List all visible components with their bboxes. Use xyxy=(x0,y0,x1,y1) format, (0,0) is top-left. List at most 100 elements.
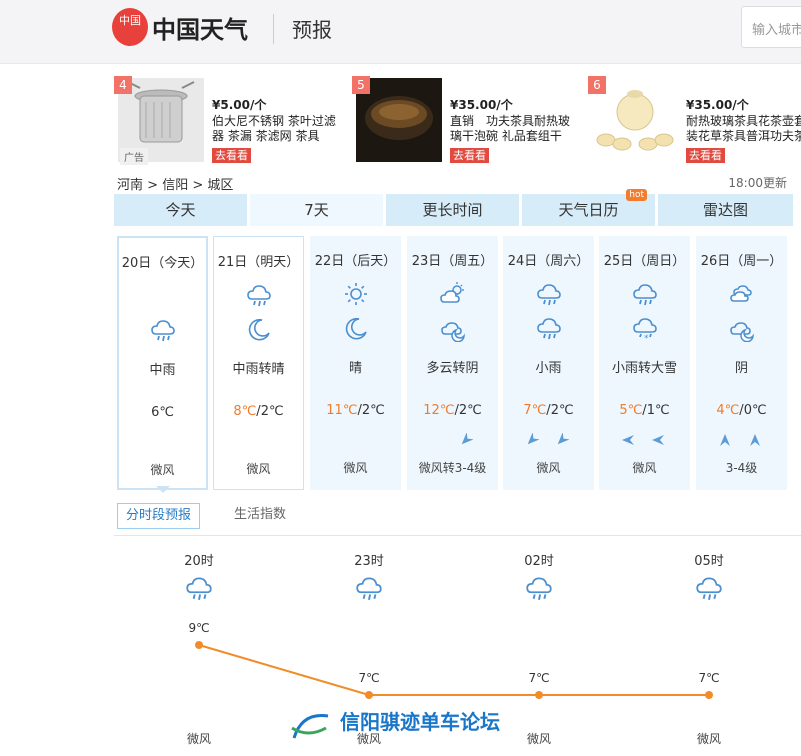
hour-weather-icon xyxy=(184,573,214,603)
wind-level: 微风 xyxy=(632,461,657,475)
wind-directions xyxy=(214,433,303,449)
weather-description: 阴 xyxy=(734,361,748,376)
day-date: 26日（周一） xyxy=(700,254,783,269)
temperature-range: 6℃ xyxy=(119,405,206,420)
ad-description[interactable]: 耐热玻璃茶具花茶壶套装花草茶具普洱功夫茶 xyxy=(686,114,801,144)
breadcrumb-district: 城区 xyxy=(207,178,234,193)
forecast-day-card[interactable]: 26日（周一） 阴 4℃/0℃ 3-4级 xyxy=(696,236,787,490)
ad-view-button[interactable]: 去看看 xyxy=(212,148,251,163)
wind-direction-icon xyxy=(527,433,539,445)
tab-hourly-forecast[interactable]: 分时段预报 xyxy=(117,503,201,529)
temp-low: 1℃ xyxy=(646,403,670,418)
tab-calendar[interactable]: 天气日历 hot xyxy=(522,189,655,226)
breadcrumb-province[interactable]: 河南 xyxy=(117,178,143,193)
hour-temp-label: 7℃ xyxy=(528,671,550,685)
day-date: 20日（今天） xyxy=(121,256,204,271)
hour-weather-icon xyxy=(524,573,554,603)
section-title[interactable]: 预报 xyxy=(292,14,332,43)
forum-logo-icon xyxy=(291,713,329,739)
weather-icon-wrapper xyxy=(439,280,467,308)
weather-icon-wrapper xyxy=(245,281,273,309)
update-time: 18:00更新 xyxy=(728,176,787,190)
forecast-day-card[interactable]: 22日（后天） 晴 11℃/2℃ 微风 xyxy=(310,236,401,490)
tab-longer[interactable]: 更长时间 xyxy=(386,194,519,226)
temp-low: 2℃ xyxy=(458,403,482,418)
wind-level: 3-4级 xyxy=(725,461,758,475)
forecast-day-card[interactable]: 24日（周六） 小雨 7℃/2℃ 微风 xyxy=(503,236,594,490)
tab-life-index[interactable]: 生活指数 xyxy=(226,503,294,529)
wind-direction-icon xyxy=(652,435,664,445)
hour-weather-icon xyxy=(354,573,384,603)
ad-rank-badge: 4 xyxy=(114,76,132,94)
svg-text:*: * xyxy=(644,334,649,342)
tab-calendar-label: 天气日历 xyxy=(558,201,619,219)
partly-cloudy-icon xyxy=(439,282,464,303)
temperature-range: 12℃/2℃ xyxy=(407,403,498,418)
breadcrumb: 河南 > 信阳 > 城区 xyxy=(117,174,233,193)
rain-icon xyxy=(150,320,175,342)
forecast-day-card[interactable]: 23日（周五） 多云转阴 12℃/2℃ 微风转3-4级 xyxy=(407,236,498,490)
weather-icon-wrapper xyxy=(728,280,756,308)
tab-radar[interactable]: 雷达图 xyxy=(658,194,793,226)
weather-icon-wrapper xyxy=(342,314,370,342)
breadcrumb-separator: > xyxy=(192,178,204,193)
cloudy-night-icon xyxy=(440,322,465,343)
weather-description: 小雨 xyxy=(535,361,562,376)
site-logo-text[interactable]: 中国天气 xyxy=(152,10,248,45)
cloud-icon xyxy=(729,285,752,302)
temp-low: 6℃ xyxy=(151,405,174,420)
tab-today[interactable]: 今天 xyxy=(114,194,247,226)
watermark-text: 信阳骐迹单车论坛 xyxy=(340,710,500,734)
weather-icon-wrapper xyxy=(342,280,370,308)
weather-icon-wrapper xyxy=(149,316,177,344)
city-search-input[interactable]: 输入城市 xyxy=(741,6,801,48)
header-divider xyxy=(273,14,274,44)
wind-directions xyxy=(407,432,498,448)
weather-icon-wrapper: * xyxy=(631,314,659,344)
temp-point xyxy=(195,641,203,649)
ad-item[interactable]: 5 ¥35.00/个 直销 功夫茶具耐热玻璃干泡碗 礼品套组干 去看看 xyxy=(352,76,582,164)
temp-point xyxy=(705,691,713,699)
wind-direction-icon xyxy=(557,433,569,445)
wind-direction-icon xyxy=(622,435,634,445)
rain-icon xyxy=(186,577,212,600)
sub-tabs: 分时段预报 生活指数 xyxy=(114,500,793,530)
selected-day-caret xyxy=(156,486,170,493)
weather-icon-wrapper xyxy=(535,314,563,342)
wind-level: 微风 xyxy=(246,462,271,476)
forecast-tabs: 今天 7天 更长时间 天气日历 hot 雷达图 xyxy=(114,189,793,226)
weather-description: 晴 xyxy=(348,361,362,376)
day-date: 25日（周日） xyxy=(603,254,686,269)
ad-item[interactable]: 4 广告 ¥5.00/个 伯大尼不锈钢 茶叶过滤器 茶漏 茶滤网 茶具 去看看 xyxy=(114,76,344,165)
hour-label: 20时 xyxy=(184,554,214,569)
seven-day-forecast: 20日（今天） 中雨 6℃ 微风 21日（明天） 中雨转晴 8℃/2℃ 微风 22日（后天） 晴 1… xyxy=(114,234,793,493)
temp-high: 7℃ xyxy=(523,403,547,418)
tab-7days[interactable]: 7天 xyxy=(250,194,383,226)
ad-description[interactable]: 直销 功夫茶具耐热玻璃干泡碗 礼品套组干 xyxy=(450,114,580,144)
wind-directions xyxy=(503,432,594,448)
temp-point xyxy=(365,691,373,699)
forecast-day-card[interactable]: 20日（今天） 中雨 6℃ 微风 xyxy=(117,236,208,490)
ad-view-button[interactable]: 去看看 xyxy=(450,148,489,163)
forecast-day-card[interactable]: 21日（明天） 中雨转晴 8℃/2℃ 微风 xyxy=(213,236,304,490)
moon-icon xyxy=(248,318,270,341)
weather-description: 多云转阴 xyxy=(426,361,479,376)
ad-item[interactable]: 6 ¥35.00/个 耐热玻璃茶具花茶壶套装花草茶具普洱功夫茶 去看看 xyxy=(588,76,801,164)
wind-level: 微风转3-4级 xyxy=(418,461,487,475)
ad-description[interactable]: 伯大尼不锈钢 茶叶过滤器 茶漏 茶滤网 茶具 xyxy=(212,114,342,144)
weather-icon-wrapper xyxy=(728,314,756,343)
cma-logo[interactable]: 中国 xyxy=(112,8,148,46)
day-date: 21日（明天） xyxy=(217,255,300,270)
wind-directions xyxy=(696,432,787,448)
breadcrumb-city[interactable]: 信阳 xyxy=(162,178,188,193)
rain-icon xyxy=(526,577,552,600)
day-date: 23日（周五） xyxy=(411,254,494,269)
rain-icon xyxy=(696,577,722,600)
temperature-range: 11℃/2℃ xyxy=(310,403,401,418)
forecast-day-card[interactable]: 25日（周日） * 小雨转大雪 5℃/1℃ 微风 xyxy=(599,236,690,490)
ad-view-button[interactable]: 去看看 xyxy=(686,148,725,163)
rain-icon xyxy=(246,285,271,307)
hour-label: 02时 xyxy=(524,554,554,569)
weather-icon-wrapper xyxy=(631,280,659,308)
ad-label: 广告 xyxy=(120,148,148,165)
